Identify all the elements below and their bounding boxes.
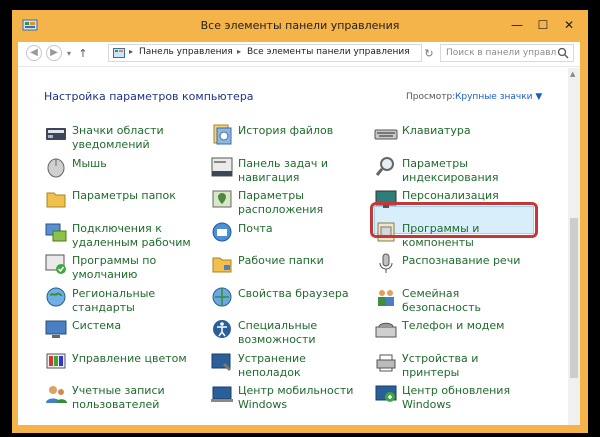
accessibility-icon	[213, 320, 231, 338]
folder-options-icon	[46, 192, 66, 208]
control-panel-item-label: История файлов	[238, 124, 334, 137]
notification-area-icon	[46, 128, 66, 140]
devices-printers-icon	[376, 354, 396, 371]
control-panel-item-speech[interactable]: Распознавание речи	[374, 252, 534, 284]
control-panel-item-remote-connections[interactable]: Подключения к удаленным рабочим	[44, 220, 204, 252]
control-panel-item-indexing[interactable]: Параметры индексирования	[374, 155, 534, 187]
control-panel-item-region[interactable]: Региональные стандарты	[44, 285, 204, 317]
control-panel-item-label: Распознавание речи	[402, 254, 521, 267]
control-panel-item-label: Мышь	[72, 156, 107, 170]
control-panel-item-label: Программы по умолчанию	[72, 254, 157, 281]
control-panel-item-mouse[interactable]: Мышь	[44, 155, 204, 187]
control-panel-item-work-folders[interactable]: Рабочие папки	[210, 252, 370, 284]
control-panel-item-label: Почта	[238, 221, 273, 235]
color-management-icon	[46, 353, 66, 368]
maximize-button[interactable]: ☐	[532, 16, 554, 34]
system-icon	[45, 320, 67, 338]
remote-connections-icon	[45, 223, 67, 241]
control-panel-item-label: Региональные стандарты	[72, 286, 156, 314]
control-panel-item-folder-options[interactable]: Параметры папок	[44, 187, 204, 219]
default-programs-icon	[45, 254, 66, 274]
window-title: Все элементы панели управления	[200, 19, 400, 32]
user-accounts-icon	[46, 386, 67, 403]
control-panel-item-label: Специальные возможности	[238, 319, 318, 346]
control-panel-item-label: Параметры индексирования	[402, 156, 499, 184]
location-icon	[212, 190, 232, 208]
control-panel-item-label: Семейная безопасность	[402, 286, 481, 314]
minimize-button[interactable]: —	[506, 16, 528, 34]
windows-update-icon	[375, 385, 397, 402]
control-panel-item-file-history[interactable]: История файлов	[210, 122, 370, 154]
work-folders-icon	[212, 257, 232, 273]
mouse-icon	[47, 158, 65, 177]
control-panel-item-label: Управление цветом	[72, 351, 187, 365]
close-button[interactable]: ✕	[558, 16, 580, 34]
taskbar-icon	[211, 157, 233, 176]
control-panel-item-windows-update[interactable]: Центр обновления Windows	[374, 382, 534, 414]
troubleshooting-icon	[211, 353, 232, 371]
red-highlight-frame	[370, 202, 538, 238]
control-panel-item-label: Подключения к удаленным рабочим	[72, 221, 191, 249]
control-panel-item-label: Телефон и модем	[402, 319, 505, 332]
control-panel-item-label: Параметры папок	[72, 189, 176, 202]
control-panel-item-browser-properties[interactable]: Свойства браузера	[210, 285, 370, 317]
control-panel-item-default-programs[interactable]: Программы по умолчанию	[44, 252, 204, 284]
region-icon	[46, 287, 66, 306]
control-panel-item-label: Центр мобильности Windows	[238, 384, 354, 411]
control-panel-item-phone-modem[interactable]: Телефон и модем	[374, 317, 534, 349]
control-panel-item-label: Рабочие папки	[238, 254, 324, 267]
control-panel-item-label: Панель задач и навигация	[238, 156, 329, 184]
control-panel-item-user-accounts[interactable]: Учетные записи пользователей	[44, 382, 204, 414]
content-area: ◀ ▶ ▾ ↑ ▸ Панель управления ▸ Все элемен…	[18, 42, 580, 425]
control-panel-item-label: Свойства браузера	[238, 286, 349, 300]
control-panel-item-label: Устранение неполадок	[238, 351, 306, 379]
control-panel-item-label: Персонализация	[402, 189, 499, 202]
control-panel-item-keyboard[interactable]: Клавиатура	[374, 122, 534, 154]
control-panel-item-location[interactable]: Параметры расположения	[210, 187, 370, 219]
control-panel-item-label: Центр обновления Windows	[402, 384, 511, 411]
control-panel-item-label: Клавиатура	[402, 124, 471, 137]
control-panel-item-label: Значки области уведомлений	[72, 124, 164, 151]
file-history-icon	[213, 124, 232, 145]
scroll-up-arrow[interactable]: ▲	[570, 70, 575, 78]
control-panel-item-mobility-center[interactable]: Центр мобильности Windows	[210, 382, 370, 414]
control-panel-item-taskbar[interactable]: Панель задач и навигация	[210, 155, 370, 187]
control-panel-item-color-management[interactable]: Управление цветом	[44, 350, 204, 382]
control-panel-item-label: Устройства и принтеры	[402, 351, 479, 379]
phone-modem-icon	[375, 322, 397, 338]
control-panel-item-notification-area[interactable]: Значки области уведомлений	[44, 122, 204, 154]
control-panel-window: Все элементы панели управления — ☐ ✕ ◀ ▶…	[12, 10, 588, 433]
control-panel-item-label: Параметры расположения	[238, 189, 324, 216]
family-safety-icon	[378, 289, 394, 306]
mobility-center-icon	[211, 386, 233, 402]
control-panel-item-accessibility[interactable]: Специальные возможности	[210, 317, 370, 349]
control-panel-item-label: Система	[72, 319, 122, 332]
mail-icon	[212, 222, 232, 241]
browser-properties-icon	[212, 287, 232, 306]
title-bar[interactable]: Все элементы панели управления — ☐ ✕	[12, 10, 588, 42]
control-panel-item-devices-printers[interactable]: Устройства и принтеры	[374, 350, 534, 382]
control-panel-item-mail[interactable]: Почта	[210, 220, 370, 252]
speech-icon	[379, 253, 393, 273]
control-panel-item-label: Учетные записи пользователей	[72, 384, 165, 411]
control-panel-item-family-safety[interactable]: Семейная безопасность	[374, 285, 534, 317]
control-panel-item-troubleshooting[interactable]: Устранение неполадок	[210, 350, 370, 382]
control-panel-item-system[interactable]: Система	[44, 317, 204, 349]
indexing-icon	[375, 156, 394, 176]
scrollbar-thumb[interactable]	[570, 218, 578, 378]
keyboard-icon	[374, 129, 398, 140]
